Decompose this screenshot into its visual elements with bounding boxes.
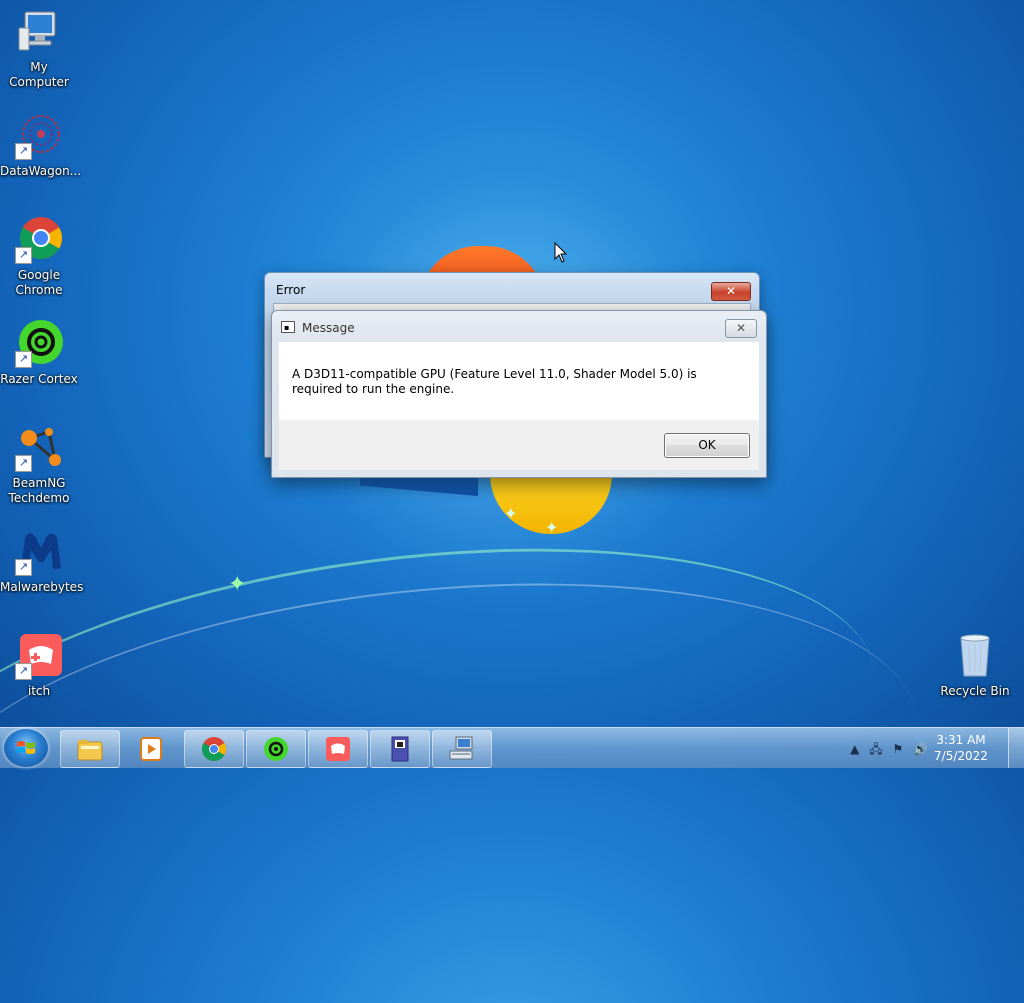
- message-text: A D3D11-compatible GPU (Feature Level 11…: [292, 367, 697, 396]
- shortcut-arrow-icon: ↗: [15, 455, 32, 472]
- desktop-icon-label: BeamNG Techdemo: [8, 476, 70, 505]
- desktop-icon-google-chrome[interactable]: ↗ Google Chrome: [0, 216, 78, 298]
- sparkle-icon: ✦: [504, 504, 518, 523]
- close-button[interactable]: ✕: [725, 319, 757, 338]
- close-button[interactable]: ✕: [711, 282, 751, 301]
- shortcut-arrow-icon: ↗: [15, 247, 32, 264]
- taskbar-itch[interactable]: [308, 730, 368, 768]
- windows-logo-icon: [17, 741, 35, 754]
- shortcut-arrow-icon: ↗: [15, 143, 32, 160]
- taskbar-app-window[interactable]: [370, 730, 430, 768]
- desktop-icon-label: DataWagon...: [0, 164, 82, 178]
- taskbar-network-computer[interactable]: [432, 730, 492, 768]
- clock[interactable]: 3:31 AM 7/5/2022: [926, 732, 996, 764]
- window-menu-icon[interactable]: ▪: [281, 321, 295, 333]
- mouse-cursor-icon: [554, 242, 568, 263]
- datawagon-icon: ↗: [15, 112, 63, 160]
- ok-button[interactable]: OK: [664, 433, 750, 458]
- shortcut-arrow-icon: ↗: [15, 663, 32, 680]
- desktop-icon-label: Google Chrome: [15, 268, 63, 297]
- taskbar-google-chrome[interactable]: [184, 730, 244, 768]
- itch-icon: ↗: [15, 632, 63, 680]
- desktop-icon-label: Malwarebytes: [0, 580, 84, 594]
- desktop-icon-datawagon[interactable]: ↗ DataWagon...: [0, 112, 82, 179]
- clock-time: 3:31 AM: [936, 733, 986, 747]
- taskbar-windows-explorer[interactable]: [60, 730, 120, 768]
- dialog-body: A D3D11-compatible GPU (Feature Level 11…: [279, 342, 759, 470]
- network-computer-icon: [449, 736, 473, 760]
- beamng-techdemo-icon: ↗: [15, 424, 63, 472]
- message-dialog[interactable]: ▪ Message ✕ A D3D11-compatible GPU (Feat…: [271, 310, 767, 478]
- action-center-flag-icon[interactable]: ⚑: [892, 742, 903, 756]
- clock-date: 7/5/2022: [934, 749, 988, 763]
- shortcut-arrow-icon: ↗: [15, 559, 32, 576]
- recycle-bin-icon: [951, 632, 999, 680]
- show-hidden-icons-icon[interactable]: ▲: [850, 742, 859, 756]
- taskbar-windows-media-player[interactable]: [121, 730, 181, 768]
- start-button[interactable]: [4, 729, 48, 767]
- my-computer-icon: [15, 8, 63, 56]
- desktop-icon-recycle-bin[interactable]: Recycle Bin: [936, 632, 1014, 699]
- desktop-icon-razer-cortex[interactable]: ↗ Razer Cortex: [0, 320, 78, 387]
- malwarebytes-icon: ↗: [15, 528, 63, 576]
- google-chrome-icon: ↗: [15, 216, 63, 264]
- desktop-icon-label: Razer Cortex: [0, 372, 78, 386]
- dialog-footer: OK: [279, 420, 759, 470]
- chrome-icon: [201, 737, 227, 762]
- sparkle-icon: ✦: [545, 518, 559, 537]
- system-tray: ▲ 🖧 ⚑ 🔊: [844, 740, 928, 761]
- desktop-icon-label: itch: [27, 684, 51, 698]
- desktop-icon-label: My Computer: [9, 60, 69, 89]
- itch-icon: [326, 737, 350, 761]
- shortcut-arrow-icon: ↗: [15, 351, 32, 368]
- desktop-icon-malwarebytes[interactable]: ↗ Malwarebytes: [0, 528, 84, 595]
- sparkle-icon: ✦: [228, 572, 247, 597]
- desktop-icon-my-computer[interactable]: My Computer: [0, 8, 78, 90]
- window-title: Error: [276, 283, 306, 297]
- razer-cortex-icon: [264, 737, 288, 761]
- desktop-icon-label: Recycle Bin: [940, 684, 1010, 698]
- razer-cortex-icon: ↗: [15, 320, 63, 368]
- desktop-icon-itch[interactable]: ↗ itch: [0, 632, 78, 699]
- media-player-icon: [140, 737, 162, 761]
- dialog-title: Message: [302, 321, 355, 335]
- show-desktop-button[interactable]: [1008, 728, 1024, 768]
- desktop-icon-beamng[interactable]: ↗ BeamNG Techdemo: [0, 424, 78, 506]
- folder-icon: [77, 740, 103, 761]
- taskbar: ▲ 🖧 ⚑ 🔊 3:31 AM 7/5/2022: [0, 727, 1024, 768]
- app-window-icon: [391, 736, 409, 762]
- taskbar-razer-cortex[interactable]: [246, 730, 306, 768]
- network-icon[interactable]: 🖧: [869, 742, 882, 756]
